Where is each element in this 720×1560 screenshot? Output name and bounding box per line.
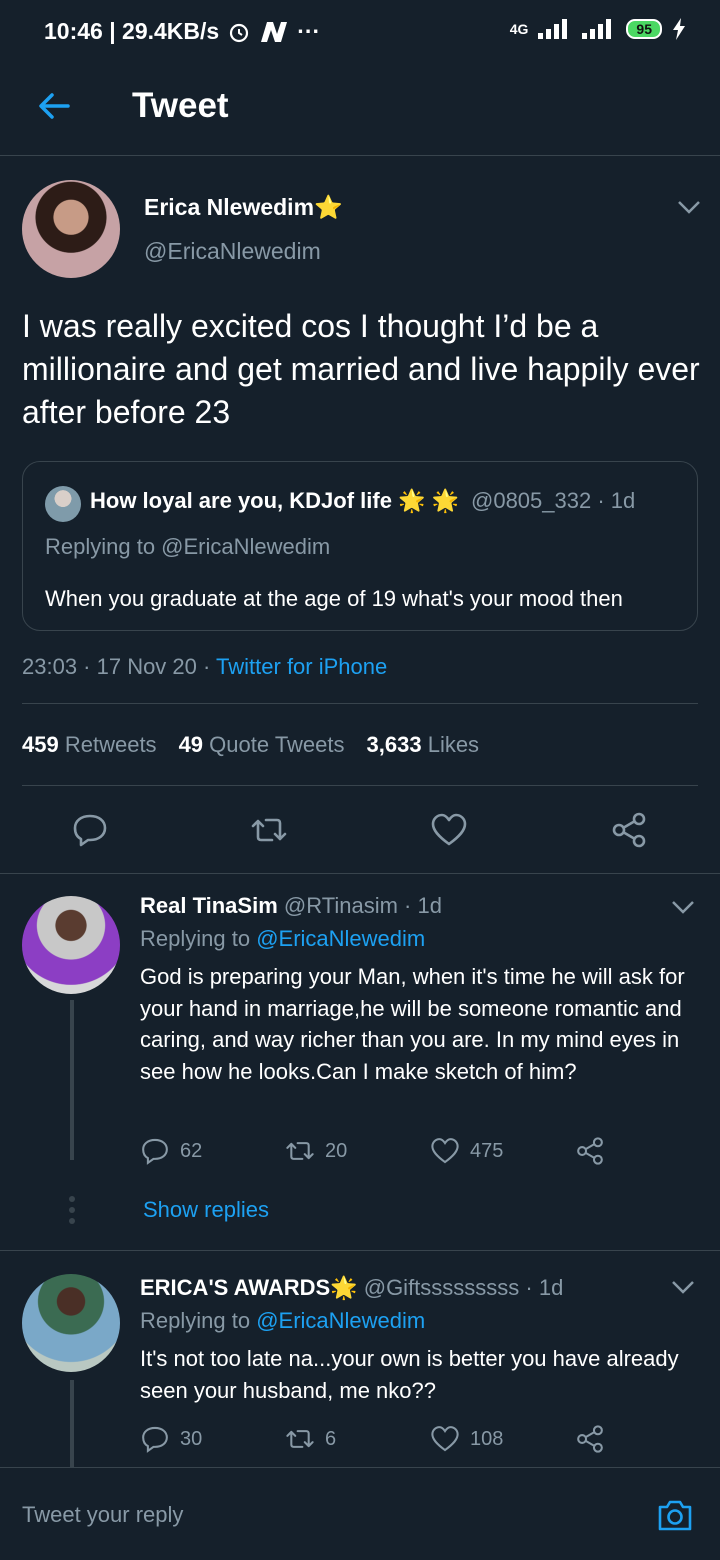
divider bbox=[22, 703, 698, 704]
reply-share-button[interactable] bbox=[575, 1424, 605, 1454]
battery-indicator: 95 bbox=[626, 19, 662, 39]
author-name[interactable]: Erica Nlewedim⭐ bbox=[144, 194, 343, 221]
reply-actions: 30 6 108 bbox=[140, 1424, 620, 1458]
show-replies-link[interactable]: Show replies bbox=[143, 1197, 269, 1223]
likes-stat[interactable]: 3,633 Likes bbox=[367, 732, 480, 758]
engagement-stats: 459 Retweets 49 Quote Tweets 3,633 Likes bbox=[22, 732, 479, 758]
retweets-stat[interactable]: 459 Retweets bbox=[22, 732, 157, 758]
tweet-text: I was really excited cos I thought I’d b… bbox=[22, 308, 700, 430]
thread-line bbox=[70, 1380, 74, 1467]
quoted-author-name: How loyal are you, KDJof life 🌟 🌟 bbox=[90, 488, 459, 513]
chevron-down-icon[interactable] bbox=[676, 198, 702, 216]
quoted-text: When you graduate at the age of 19 what'… bbox=[45, 586, 623, 611]
top-app-bar: Tweet bbox=[0, 58, 720, 156]
alarm-icon bbox=[230, 23, 249, 42]
reply-like-button[interactable]: 108 bbox=[430, 1424, 503, 1454]
page-title: Tweet bbox=[132, 86, 229, 125]
camera-icon[interactable] bbox=[656, 1496, 694, 1534]
reply-replying-to: Replying to @EricaNlewedim bbox=[140, 1308, 426, 1333]
heart-icon[interactable] bbox=[430, 811, 468, 849]
quoted-replying-to: Replying to @EricaNlewedim bbox=[45, 534, 331, 559]
status-time: 10:46 | 29.4KB/s bbox=[44, 18, 220, 44]
heart-icon bbox=[431, 1138, 459, 1164]
share-icon bbox=[577, 1425, 603, 1453]
reply-comment-button[interactable]: 62 bbox=[140, 1136, 202, 1166]
divider bbox=[0, 873, 720, 874]
quoted-avatar bbox=[45, 486, 81, 522]
reply-text: It's not too late na...your own is bette… bbox=[140, 1346, 679, 1403]
reply-avatar[interactable] bbox=[22, 1274, 120, 1372]
quote-tweets-stat[interactable]: 49 Quote Tweets bbox=[179, 732, 345, 758]
reply-avatar[interactable] bbox=[22, 896, 120, 994]
signal-icon-2 bbox=[582, 19, 612, 39]
reply-input[interactable]: Tweet your reply bbox=[22, 1502, 183, 1528]
reply-text: God is preparing your Man, when it's tim… bbox=[140, 964, 685, 1084]
share-icon bbox=[577, 1137, 603, 1165]
chevron-down-icon[interactable] bbox=[670, 898, 696, 916]
retweet-icon bbox=[286, 1142, 314, 1160]
network-type: 4G bbox=[509, 21, 529, 37]
reply-composer: Tweet your reply bbox=[0, 1467, 720, 1560]
reply-like-button[interactable]: 475 bbox=[430, 1136, 503, 1166]
status-bar: 10:46 | 29.4KB/s ··· 4G 95 bbox=[0, 0, 720, 58]
chevron-down-icon[interactable] bbox=[670, 1278, 696, 1296]
retweet-icon bbox=[286, 1430, 314, 1448]
tweet-timestamp: 23:03 · 17 Nov 20 · Twitter for iPhone bbox=[22, 654, 388, 679]
quoted-author-handle: @0805_332 · 1d bbox=[471, 488, 636, 513]
quoted-tweet[interactable]: How loyal are you, KDJof life 🌟 🌟 @0805_… bbox=[22, 461, 698, 631]
heart-icon bbox=[431, 1426, 459, 1452]
client-link[interactable]: Twitter for iPhone bbox=[216, 654, 387, 679]
back-arrow-icon[interactable] bbox=[34, 86, 74, 126]
reply-author[interactable]: ERICA'S AWARDS🌟 @Giftsssssssss · 1d bbox=[140, 1275, 563, 1301]
app-notification-icon bbox=[261, 21, 288, 42]
reply-share-button[interactable] bbox=[575, 1136, 605, 1166]
comment-icon[interactable] bbox=[71, 811, 109, 849]
comment-icon bbox=[142, 1138, 168, 1165]
author-avatar[interactable] bbox=[22, 180, 120, 278]
reply-replying-to: Replying to @EricaNlewedim bbox=[140, 926, 426, 951]
reply-retweet-button[interactable]: 6 bbox=[285, 1424, 336, 1454]
star-badge: ⭐ bbox=[314, 194, 343, 220]
divider bbox=[22, 785, 698, 786]
share-icon[interactable] bbox=[610, 811, 648, 849]
tweet-actions bbox=[0, 805, 720, 855]
author-handle[interactable]: @EricaNlewedim bbox=[144, 238, 321, 265]
charging-icon bbox=[673, 18, 685, 40]
more-notifications-icon: ··· bbox=[297, 18, 321, 44]
reply-author[interactable]: Real TinaSim @RTinasim · 1d bbox=[140, 893, 442, 919]
reply-actions: 62 20 475 bbox=[140, 1136, 620, 1170]
thread-dots-icon bbox=[69, 1196, 75, 1224]
reply-retweet-button[interactable]: 20 bbox=[285, 1136, 347, 1166]
reply-comment-button[interactable]: 30 bbox=[140, 1424, 202, 1454]
thread-line bbox=[70, 1000, 74, 1160]
comment-icon bbox=[142, 1426, 168, 1453]
signal-icon bbox=[538, 19, 568, 39]
divider bbox=[0, 1250, 720, 1251]
retweet-icon[interactable] bbox=[250, 811, 288, 849]
